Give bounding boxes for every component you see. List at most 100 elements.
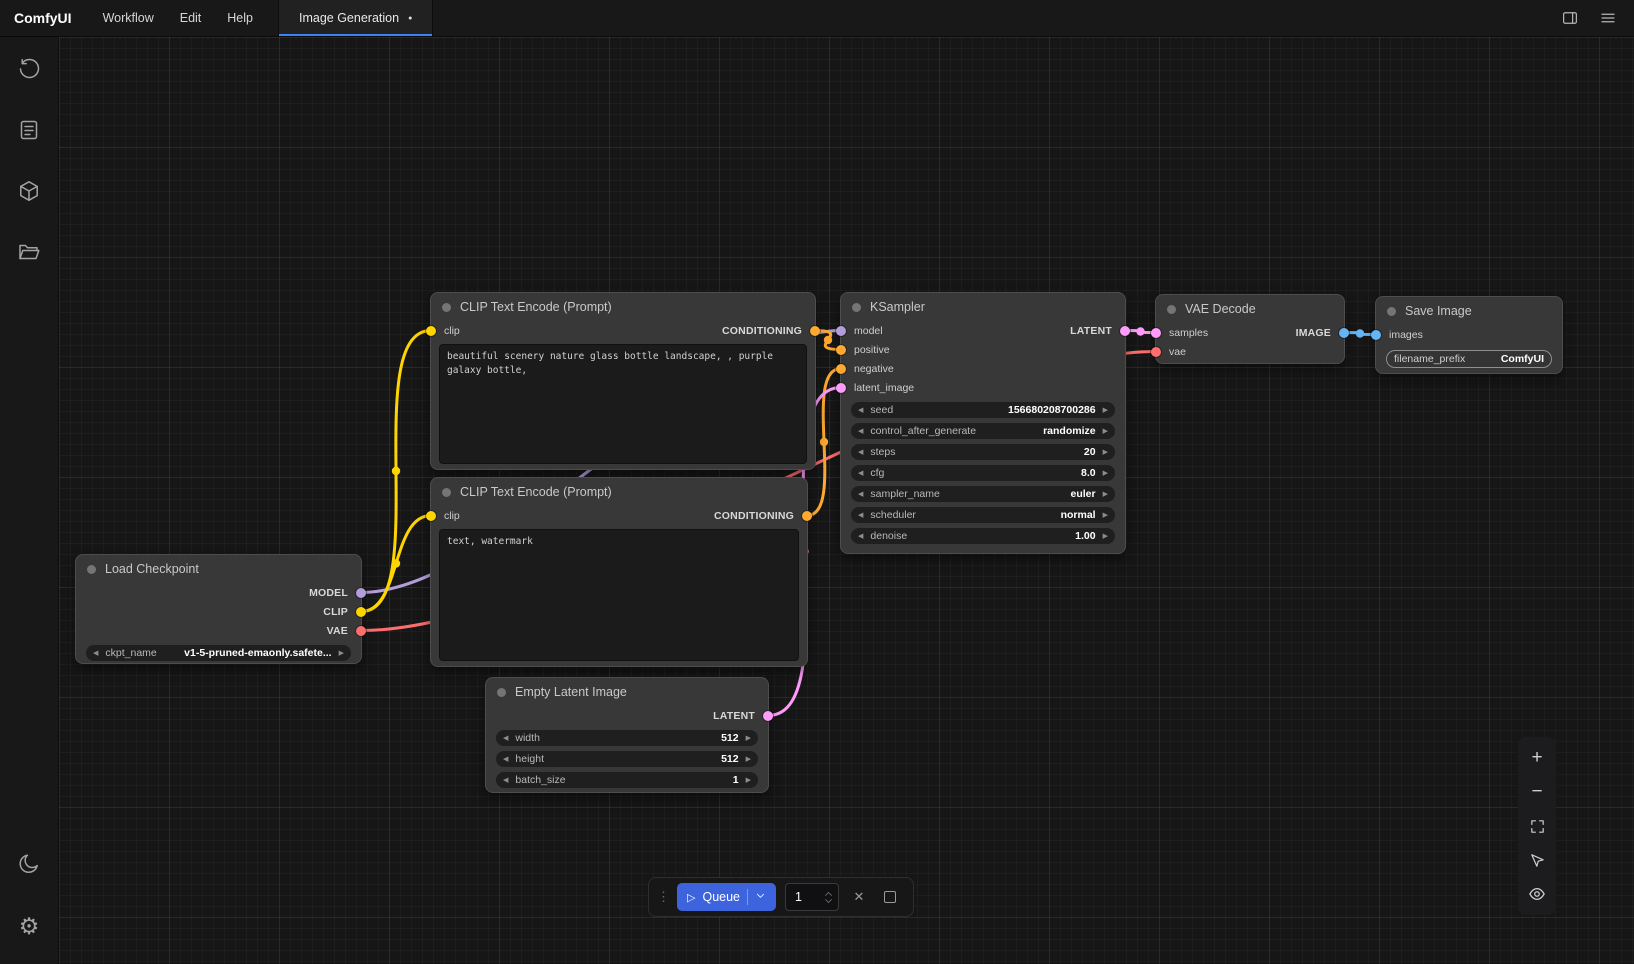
widget-prev-icon[interactable]: ◀ xyxy=(858,533,863,540)
node-collapse-dot[interactable] xyxy=(1387,307,1396,316)
node-collapse-dot[interactable] xyxy=(442,488,451,497)
output-slot-clip[interactable] xyxy=(356,607,366,617)
interrupt-button[interactable] xyxy=(879,886,901,908)
menu-workflow[interactable]: Workflow xyxy=(90,0,167,36)
output-slot-latent[interactable] xyxy=(1120,326,1130,336)
widget-prev-icon[interactable]: ◀ xyxy=(503,735,508,742)
node-title-bar[interactable]: Save Image xyxy=(1376,297,1562,325)
input-slot-positive[interactable] xyxy=(836,345,846,355)
input-slot-latent-image[interactable] xyxy=(836,383,846,393)
widget-next-icon[interactable]: ▶ xyxy=(1103,512,1108,519)
menu-edit[interactable]: Edit xyxy=(167,0,215,36)
node-collapse-dot[interactable] xyxy=(497,688,506,697)
node-vae-decode[interactable]: VAE Decode samples IMAGE vae xyxy=(1155,294,1345,364)
widget-control-after-generate[interactable]: ◀ control_after_generate randomize ▶ xyxy=(851,423,1115,439)
output-slot-conditioning[interactable] xyxy=(802,511,812,521)
input-slot-images[interactable] xyxy=(1371,330,1381,340)
batch-count-input[interactable]: 1 xyxy=(785,883,839,911)
widget-next-icon[interactable]: ▶ xyxy=(339,650,344,657)
workflows-folder-icon[interactable] xyxy=(13,236,45,268)
node-clip-text-encode-positive[interactable]: CLIP Text Encode (Prompt) clip CONDITION… xyxy=(430,292,816,470)
widget-next-icon[interactable]: ▶ xyxy=(1103,470,1108,477)
widget-next-icon[interactable]: ▶ xyxy=(1103,407,1108,414)
node-title-bar[interactable]: KSampler xyxy=(841,293,1125,321)
input-slot-negative[interactable] xyxy=(836,364,846,374)
widget-prev-icon[interactable]: ◀ xyxy=(503,777,508,784)
widget-prev-icon[interactable]: ◀ xyxy=(93,650,98,657)
widget-prev-icon[interactable]: ◀ xyxy=(503,756,508,763)
input-slot-samples[interactable] xyxy=(1151,328,1161,338)
select-mode-icon[interactable] xyxy=(1522,845,1552,875)
fit-view-icon[interactable] xyxy=(1522,811,1552,841)
node-load-checkpoint[interactable]: Load Checkpoint MODEL CLIP VAE ◀ ckpt_na… xyxy=(75,554,362,664)
clear-queue-button[interactable]: ✕ xyxy=(848,886,870,908)
widget-next-icon[interactable]: ▶ xyxy=(1103,491,1108,498)
queue-history-icon[interactable] xyxy=(13,53,45,85)
input-slot-clip[interactable] xyxy=(426,326,436,336)
queue-button[interactable]: ▷ Queue xyxy=(677,883,776,911)
output-slot-latent[interactable] xyxy=(763,711,773,721)
widget-next-icon[interactable]: ▶ xyxy=(1103,428,1108,435)
prompt-textarea[interactable]: beautiful scenery nature glass bottle la… xyxy=(439,344,807,464)
node-ksampler[interactable]: KSampler model LATENT positive negative … xyxy=(840,292,1126,554)
widget-scheduler[interactable]: ◀ scheduler normal ▶ xyxy=(851,507,1115,523)
zoom-out-button[interactable]: − xyxy=(1522,777,1552,807)
output-slot-vae[interactable] xyxy=(356,626,366,636)
slot-row: vae xyxy=(1156,342,1344,361)
widget-seed[interactable]: ◀ seed 156680208700286 ▶ xyxy=(851,402,1115,418)
widget-filename-prefix[interactable]: filename_prefix ComfyUI xyxy=(1386,350,1552,368)
node-collapse-dot[interactable] xyxy=(442,303,451,312)
settings-gear-icon[interactable]: ⚙ xyxy=(13,910,45,942)
output-slot-conditioning[interactable] xyxy=(810,326,820,336)
widget-denoise[interactable]: ◀ denoise 1.00 ▶ xyxy=(851,528,1115,544)
widget-width[interactable]: ◀ width 512 ▶ xyxy=(496,730,758,746)
node-library-icon[interactable] xyxy=(13,114,45,146)
widget-batch-size[interactable]: ◀ batch_size 1 ▶ xyxy=(496,772,758,788)
node-title-bar[interactable]: CLIP Text Encode (Prompt) xyxy=(431,478,807,506)
prompt-textarea[interactable]: text, watermark xyxy=(439,529,799,661)
node-save-image[interactable]: Save Image images filename_prefix ComfyU… xyxy=(1375,296,1563,374)
zoom-in-button[interactable]: + xyxy=(1522,743,1552,773)
input-slot-model[interactable] xyxy=(836,326,846,336)
node-empty-latent-image[interactable]: Empty Latent Image LATENT ◀ width 512 ▶ … xyxy=(485,677,769,793)
theme-toggle-icon[interactable] xyxy=(13,848,45,880)
widget-prev-icon[interactable]: ◀ xyxy=(858,449,863,456)
tab-image-generation[interactable]: Image Generation ● xyxy=(278,0,433,36)
output-slot-model[interactable] xyxy=(356,588,366,598)
widget-cfg[interactable]: ◀ cfg 8.0 ▶ xyxy=(851,465,1115,481)
chevron-down-icon[interactable] xyxy=(755,890,766,904)
toggle-panel-icon[interactable] xyxy=(1560,8,1580,28)
node-title-bar[interactable]: VAE Decode xyxy=(1156,295,1344,323)
node-collapse-dot[interactable] xyxy=(852,303,861,312)
widget-next-icon[interactable]: ▶ xyxy=(1103,449,1108,456)
widget-prev-icon[interactable]: ◀ xyxy=(858,512,863,519)
widget-next-icon[interactable]: ▶ xyxy=(746,777,751,784)
node-collapse-dot[interactable] xyxy=(87,565,96,574)
widget-prev-icon[interactable]: ◀ xyxy=(858,407,863,414)
output-slot-image[interactable] xyxy=(1339,328,1349,338)
batch-stepper[interactable] xyxy=(824,891,833,904)
hamburger-menu-icon[interactable] xyxy=(1598,8,1618,28)
node-title-bar[interactable]: Empty Latent Image xyxy=(486,678,768,706)
widget-prev-icon[interactable]: ◀ xyxy=(858,491,863,498)
node-clip-text-encode-negative[interactable]: CLIP Text Encode (Prompt) clip CONDITION… xyxy=(430,477,808,667)
toggle-link-visibility-eye-icon[interactable] xyxy=(1522,879,1552,909)
widget-prev-icon[interactable]: ◀ xyxy=(858,428,863,435)
node-title-bar[interactable]: Load Checkpoint xyxy=(76,555,361,583)
widget-next-icon[interactable]: ▶ xyxy=(746,735,751,742)
model-library-icon[interactable] xyxy=(13,175,45,207)
node-collapse-dot[interactable] xyxy=(1167,305,1176,314)
node-title-bar[interactable]: CLIP Text Encode (Prompt) xyxy=(431,293,815,321)
input-slot-clip[interactable] xyxy=(426,511,436,521)
node-canvas[interactable]: Load Checkpoint MODEL CLIP VAE ◀ ckpt_na… xyxy=(59,37,1634,964)
widget-prev-icon[interactable]: ◀ xyxy=(858,470,863,477)
widget-sampler-name[interactable]: ◀ sampler_name euler ▶ xyxy=(851,486,1115,502)
widget-steps[interactable]: ◀ steps 20 ▶ xyxy=(851,444,1115,460)
widget-ckpt-name[interactable]: ◀ ckpt_name v1-5-pruned-emaonly.safete..… xyxy=(86,645,351,661)
widget-next-icon[interactable]: ▶ xyxy=(1103,533,1108,540)
widget-next-icon[interactable]: ▶ xyxy=(746,756,751,763)
input-slot-vae[interactable] xyxy=(1151,347,1161,357)
widget-height[interactable]: ◀ height 512 ▶ xyxy=(496,751,758,767)
drag-handle-icon[interactable]: ⋮ xyxy=(657,889,668,905)
menu-help[interactable]: Help xyxy=(214,0,266,36)
